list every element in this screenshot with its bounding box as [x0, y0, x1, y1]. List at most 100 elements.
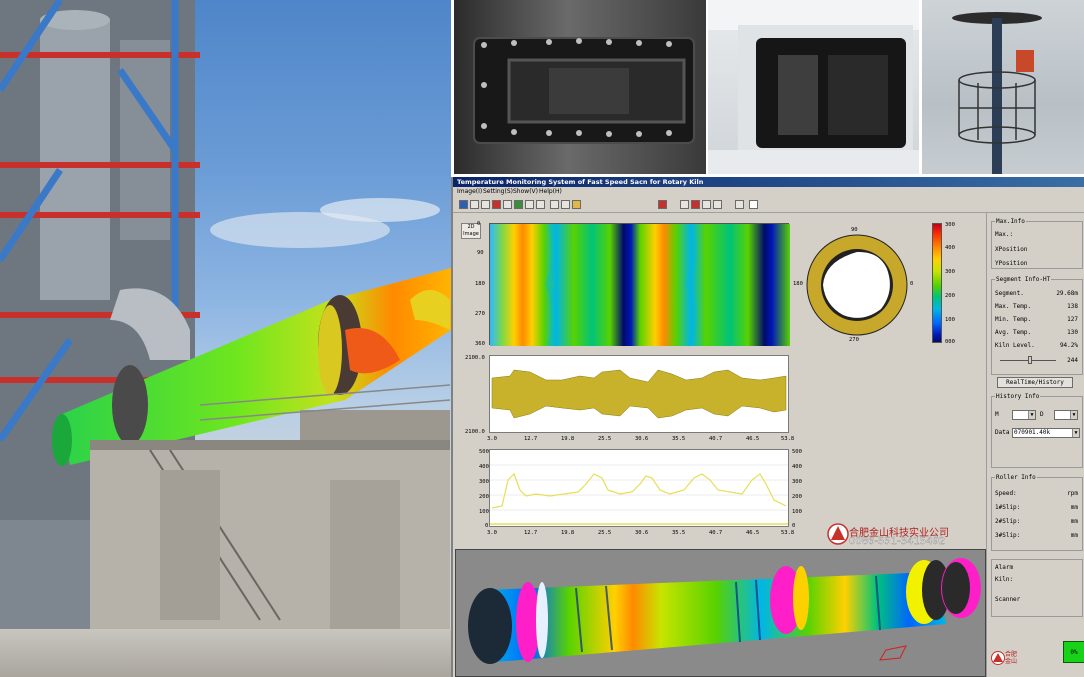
kiln-heat-map	[489, 223, 790, 347]
max-label: Max.:	[995, 231, 1014, 238]
polar-label-bottom: 270	[849, 337, 859, 343]
temp-y-left: 300	[479, 479, 489, 485]
temp-x-tick: 35.5	[672, 530, 686, 536]
min-temp-label: Min. Temp.	[995, 316, 1032, 323]
segment-slider-thumb[interactable]	[1028, 356, 1032, 364]
slip1-unit: mm	[1070, 504, 1078, 511]
scan-icon[interactable]	[481, 200, 490, 209]
open-image-icon[interactable]	[459, 200, 468, 209]
temp-y-right: 300	[792, 479, 802, 485]
grid-icon[interactable]	[470, 200, 479, 209]
colorbar-tick: 000	[945, 339, 955, 345]
heatmap-y-tick: 0	[477, 221, 481, 227]
min-temp-value: 127	[1067, 316, 1078, 323]
day-label: D	[1040, 411, 1044, 418]
document-icon[interactable]	[550, 200, 559, 209]
record-icon[interactable]	[691, 200, 700, 209]
temp-y-right: 500	[792, 449, 802, 455]
roller-info-group: Roller Info Speed: rpm 1#Slip: mm 2#Slip…	[991, 474, 1083, 551]
speed-label: Speed:	[995, 490, 1017, 497]
temp-y-left: 0	[485, 523, 489, 529]
temp-x-tick: 19.8	[561, 530, 575, 536]
history-info-group: History Info M ▼ D ▼ Data 070901.40k ▼	[991, 393, 1083, 468]
profile-x-tick: 19.8	[561, 436, 575, 442]
segment-info-group: Segment Info-HT Segment. 29.68m Max. Tem…	[991, 276, 1083, 375]
help-icon[interactable]	[572, 200, 581, 209]
kiln-level-label: Kiln Level.	[995, 342, 1035, 349]
heatmap-y-tick: 90	[477, 250, 484, 256]
profile-x-tick: 53.8	[781, 436, 795, 442]
alarm-title: Alarm	[995, 564, 1014, 571]
pointer-icon[interactable]	[749, 200, 758, 209]
month-label: M	[995, 411, 999, 418]
kiln-level-value: 94.2%	[1059, 342, 1078, 349]
temp-x-tick: 40.7	[709, 530, 723, 536]
temp-y-right: 0	[792, 523, 796, 529]
profile-x-tick: 40.7	[709, 436, 723, 442]
history-info-title: History Info	[995, 393, 1041, 400]
speed-unit: rpm	[1067, 490, 1078, 497]
profile-x-tick: 46.5	[746, 436, 760, 442]
colorbar-tick: 400	[945, 245, 955, 251]
scanner-photos	[451, 0, 1084, 177]
company-small-logo-text: 合肥 金山	[1005, 651, 1018, 665]
plant-photo	[0, 0, 451, 677]
temp-y-right: 200	[792, 494, 802, 500]
alarm-group: Alarm Kiln: Scanner	[991, 559, 1083, 617]
monitoring-app-window: Temperature Monitoring System of Fast Sp…	[451, 177, 1084, 677]
day-select[interactable]: ▼	[1054, 410, 1078, 420]
max-info-group: Max.Info Max.: XPosition YPosition	[991, 218, 1083, 269]
polar-label-right: 0	[910, 281, 914, 287]
company-phone: 0086-551-3415492	[849, 536, 946, 547]
profile-icon[interactable]	[514, 200, 523, 209]
refresh-icon[interactable]	[702, 200, 711, 209]
title-bar: Temperature Monitoring System of Fast Sp…	[453, 177, 1084, 187]
month-select[interactable]: ▼	[1012, 410, 1036, 420]
colorbar-tick: 300	[945, 222, 955, 228]
profile-x-tick: 30.6	[635, 436, 649, 442]
print-icon[interactable]	[561, 200, 570, 209]
temperature-icon[interactable]	[492, 200, 501, 209]
yposition-label: YPosition	[995, 260, 1028, 267]
menu-show[interactable]: Show(V)	[513, 188, 538, 196]
zoom-icon[interactable]	[713, 200, 722, 209]
temperature-line-chart	[489, 449, 789, 527]
company-small-logo-icon	[991, 651, 1005, 665]
colorbar-tick: 200	[945, 293, 955, 299]
chevron-down-icon: ▼	[1070, 411, 1077, 419]
company-logo-icon	[827, 523, 849, 545]
slip3-label: 3#Slip:	[995, 532, 1021, 539]
max-info-title: Max.Info	[995, 218, 1026, 225]
menu-setting[interactable]: Setting(S)	[483, 188, 513, 196]
chart-icon[interactable]	[503, 200, 512, 209]
colorbar-tick: 100	[945, 317, 955, 323]
temp-x-tick: 53.8	[781, 530, 795, 536]
slip2-unit: mm	[1070, 518, 1078, 525]
report-icon[interactable]	[525, 200, 534, 209]
window-icon[interactable]	[735, 200, 744, 209]
menu-help[interactable]: Help(H)	[539, 188, 562, 196]
polar-label-left: 180	[793, 281, 803, 287]
data-file-select[interactable]: 070901.40k ▼	[1012, 428, 1080, 438]
kiln-3d-model	[468, 558, 981, 664]
temp-y-right: 400	[792, 464, 802, 470]
xposition-label: XPosition	[995, 246, 1028, 253]
settings-icon[interactable]	[680, 200, 689, 209]
history-icon[interactable]	[536, 200, 545, 209]
plant-illustration	[0, 0, 451, 635]
menu-image[interactable]: Image(I)	[457, 188, 482, 196]
heatmap-y-tick: 180	[475, 281, 485, 287]
scanner-window-photo	[708, 0, 919, 174]
scanner-mast-photo	[922, 0, 1084, 174]
slip3-unit: mm	[1070, 532, 1078, 539]
info-sidebar: Max.Info Max.: XPosition YPosition Segme…	[986, 213, 1084, 677]
temperature-color-scale	[932, 223, 942, 343]
heatmap-y-tick: 270	[475, 311, 485, 317]
alarm-icon[interactable]	[658, 200, 667, 209]
profile-y-top: 2100.0	[465, 355, 485, 361]
window-title: Temperature Monitoring System of Fast Sp…	[457, 178, 704, 186]
scanner-housing-photo	[454, 0, 706, 174]
realtime-history-button[interactable]: RealTime/History	[997, 377, 1073, 388]
profile-x-tick: 3.0	[487, 436, 497, 442]
chevron-down-icon: ▼	[1028, 411, 1035, 419]
